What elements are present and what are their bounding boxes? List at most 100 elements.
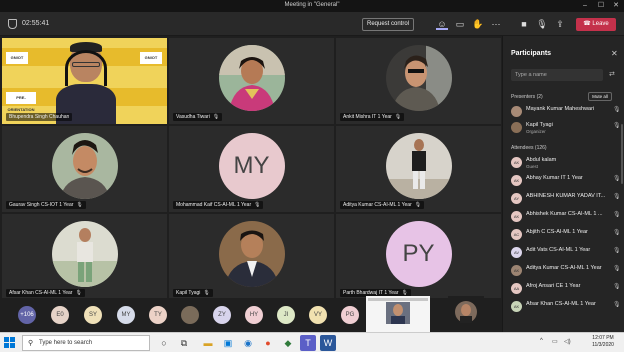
participant-row[interactable]: Mayank Kumar Maheshwari 🎙 — [511, 105, 621, 119]
participant-chip[interactable]: TY — [149, 306, 167, 324]
participant-name: Afsar Khan CS-AI-ML 1 Year — [526, 301, 596, 307]
chat-icon[interactable]: ▭ — [454, 18, 466, 30]
participant-name: Afroj Ansari CE 1 Year — [526, 283, 581, 289]
participant-name: Aditya Kumar CS-AI-ML 1 Year — [526, 265, 602, 271]
participant-name: Adit Vats CS-AI-ML 1 Year — [526, 247, 591, 253]
more-participants-button[interactable]: +106 — [18, 306, 36, 324]
teams-icon[interactable]: T — [300, 335, 316, 351]
mic-muted-icon[interactable]: 🎙 — [613, 122, 621, 129]
participant-chip[interactable]: E0 — [51, 306, 69, 324]
participant-initials-avatar: MY — [218, 133, 285, 199]
volume-icon[interactable]: ◁) — [564, 338, 571, 345]
minimize-icon[interactable]: – — [580, 1, 590, 11]
app-icon[interactable]: ◆ — [280, 335, 296, 351]
avatar: AK — [511, 157, 522, 168]
close-icon[interactable]: ✕ — [611, 1, 621, 11]
participant-photo-chip[interactable] — [181, 306, 199, 324]
participant-chip[interactable]: MY — [117, 306, 135, 324]
leave-label: Leave — [592, 21, 609, 27]
avatar: AA — [511, 283, 522, 294]
participant-name: Abjith C CS-AI-ML 1 Year — [526, 229, 588, 235]
chrome-icon[interactable]: ● — [260, 335, 276, 351]
more-actions-icon[interactable]: ⋯ — [490, 18, 502, 30]
share-screen-icon[interactable]: ⇪ — [554, 18, 566, 30]
video-tile[interactable]: Gaurav Singh CS-IOT 1 Year 🎙 — [2, 126, 167, 212]
participant-search-input[interactable]: Type a name — [511, 69, 603, 81]
college-logo: GNIOT — [6, 52, 28, 64]
participant-row[interactable]: AK Abdul kalam Guest — [511, 156, 621, 170]
maximize-icon[interactable]: ☐ — [596, 1, 606, 11]
video-tile[interactable]: MY Mohammad Kaif CS-AI-ML 1 Year 🎙 — [169, 126, 334, 212]
clock-date: 11/3/2020 — [592, 342, 614, 348]
video-tile[interactable]: PY Parth Bhardwaj IT 1 Year 🎙 — [336, 214, 501, 300]
window-title: Meeting in "General" — [284, 2, 340, 8]
participant-row[interactable]: AC Abjith C CS-AI-ML 1 Year 🎙 — [511, 228, 621, 242]
panel-scrollbar[interactable] — [621, 124, 623, 184]
leave-button[interactable]: ☎ Leave — [576, 18, 616, 31]
share-invite-icon[interactable]: ⇄ — [609, 70, 615, 78]
avatar: AC — [511, 229, 522, 240]
avatar: AV — [511, 247, 522, 258]
participants-icon[interactable]: ☺ — [436, 18, 448, 30]
mic-muted-icon[interactable]: 🎙 — [613, 211, 621, 218]
panel-title: Participants — [511, 50, 552, 57]
tray-arrow-icon[interactable]: ^ — [540, 338, 543, 344]
participant-avatar — [385, 133, 452, 199]
mute-all-button[interactable]: Mute all — [588, 92, 612, 101]
participant-thumbnail[interactable] — [448, 296, 484, 332]
camera-icon[interactable]: ■ — [518, 18, 530, 30]
video-tile[interactable]: Vasudha Tiwari 🎙 — [169, 38, 334, 124]
mic-muted-icon[interactable]: 🎙 — [613, 265, 621, 272]
close-panel-icon[interactable]: ✕ — [611, 49, 618, 58]
participant-name: Mayank Kumar Maheshwari — [526, 106, 595, 112]
participant-row[interactable]: AV Adit Vats CS-AI-ML 1 Year 🎙 — [511, 246, 621, 260]
participant-chip[interactable]: VY — [309, 306, 327, 324]
mic-muted-icon[interactable]: 🎙 — [613, 247, 621, 254]
edge-icon[interactable]: ◉ — [240, 335, 256, 351]
participant-row[interactable]: AK Abhishek Kumar CS-AI-ML 1 ... 🎙 — [511, 210, 621, 224]
participant-row[interactable]: AK Afsar Khan CS-AI-ML 1 Year 🎙 — [511, 300, 621, 314]
participant-chip[interactable]: HY — [245, 306, 263, 324]
participant-chip[interactable]: PG — [341, 306, 359, 324]
taskbar-clock[interactable]: 12:07 PM 11/3/2020 — [588, 335, 618, 349]
participant-row[interactable]: AY ABHINESH KUMAR YADAV IT... 🎙 — [511, 192, 621, 206]
avatar: AK — [511, 265, 522, 276]
mic-muted-icon: 🎙 — [414, 202, 422, 208]
mic-muted-icon: 🎙 — [203, 290, 210, 296]
cortana-icon[interactable]: ○ — [156, 335, 172, 351]
participant-chip[interactable]: ZY — [213, 306, 231, 324]
raise-hand-icon[interactable]: ✋ — [472, 18, 484, 30]
shared-screen-thumbnail[interactable] — [366, 296, 430, 332]
mic-muted-icon[interactable]: 🎙 — [613, 106, 621, 113]
participant-role: Organizer — [526, 129, 546, 134]
video-tile[interactable]: Ankit Mishra IT 1 Year 🎙 — [336, 38, 501, 124]
network-icon[interactable]: ▭ — [552, 338, 558, 345]
participant-chip[interactable]: JI — [277, 306, 295, 324]
mic-muted-icon[interactable]: 🎙 — [613, 283, 621, 290]
mic-muted-icon[interactable]: 🎙 — [613, 193, 621, 200]
taskbar-search-input[interactable]: ⚲ Type here to search — [22, 335, 150, 351]
avatar — [511, 106, 522, 117]
request-control-button[interactable]: Request control — [362, 18, 414, 31]
mic-off-icon[interactable]: 🎙 — [536, 18, 548, 30]
participant-row[interactable]: AK Abhay Kumar IT 1 Year 🎙 — [511, 174, 621, 188]
participant-chip[interactable]: SY — [84, 306, 102, 324]
word-icon[interactable]: W — [320, 335, 336, 351]
participant-name: ABHINESH KUMAR YADAV IT... — [526, 193, 606, 199]
participant-row[interactable]: AK Aditya Kumar CS-AI-ML 1 Year 🎙 — [511, 264, 621, 278]
store-icon[interactable]: ▣ — [220, 335, 236, 351]
mic-muted-icon[interactable]: 🎙 — [613, 301, 621, 308]
windows-start-icon[interactable] — [4, 337, 16, 349]
file-explorer-icon[interactable]: ▬ — [200, 335, 216, 351]
participant-row[interactable]: Kapil Tyagi Organizer 🎙 — [511, 121, 621, 135]
presenter-figure — [56, 42, 116, 124]
video-tile[interactable]: Afsar Khan CS-AI-ML 1 Year 🎙 — [2, 214, 167, 300]
video-tile-presenter[interactable]: GNIOT GNIOT PRE-ORIENTATION Bhupendra Si… — [2, 38, 167, 124]
video-tile[interactable]: Kapil Tyagi 🎙 — [169, 214, 334, 300]
mic-muted-icon[interactable]: 🎙 — [613, 175, 621, 182]
participant-row[interactable]: AA Afroj Ansari CE 1 Year 🎙 — [511, 282, 621, 296]
mic-muted-icon[interactable]: 🎙 — [613, 229, 621, 236]
video-tile[interactable]: Aditya Kumar CS-AI-ML 1 Year 🎙 — [336, 126, 501, 212]
task-view-icon[interactable]: ⧉ — [176, 335, 192, 351]
tile-name-label: Aditya Kumar CS-AI-ML 1 Year 🎙 — [340, 201, 425, 209]
